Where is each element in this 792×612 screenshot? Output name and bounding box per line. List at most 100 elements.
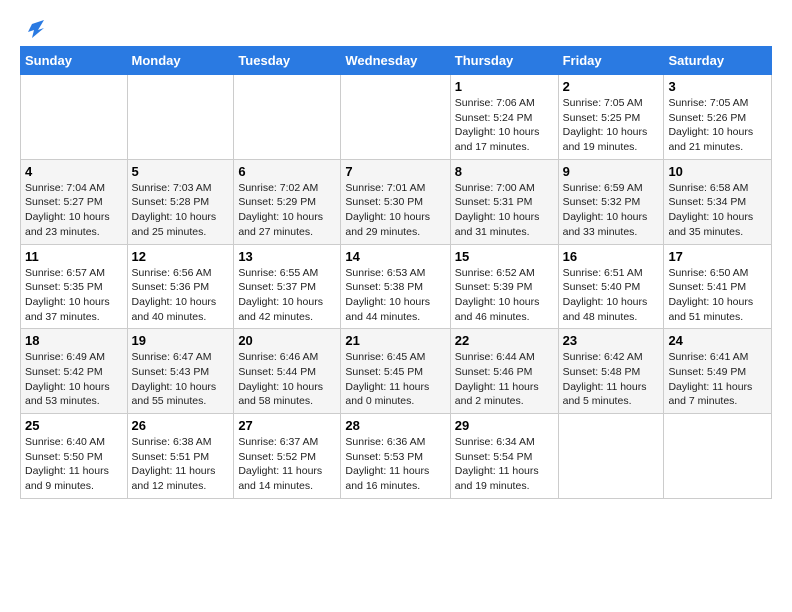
calendar-cell: 10 Sunrise: 6:58 AM Sunset: 5:34 PM Dayli… [664,159,772,244]
day-info: Sunrise: 6:49 AM Sunset: 5:42 PM Dayligh… [25,350,123,409]
calendar-cell: 24Sunrise: 6:41 AM Sunset: 5:49 PM Dayli… [664,329,772,414]
weekday-header: Wednesday [341,47,450,75]
day-info: Sunrise: 7:05 AM Sunset: 5:26 PM Dayligh… [668,96,767,155]
day-info: Sunrise: 7:02 AM Sunset: 5:29 PM Dayligh… [238,181,336,240]
calendar-header-row: SundayMondayTuesdayWednesdayThursdayFrid… [21,47,772,75]
day-info: Sunrise: 7:06 AM Sunset: 5:24 PM Dayligh… [455,96,554,155]
calendar-cell: 4 Sunrise: 7:04 AM Sunset: 5:27 PM Daylig… [21,159,128,244]
day-info: Sunrise: 6:53 AM Sunset: 5:38 PM Dayligh… [345,266,445,325]
calendar-cell: 23 Sunrise: 6:42 AM Sunset: 5:48 PM Dayli… [558,329,664,414]
day-info: Sunrise: 6:36 AM Sunset: 5:53 PM Dayligh… [345,435,445,494]
day-info: Sunrise: 6:59 AM Sunset: 5:32 PM Dayligh… [563,181,660,240]
day-info: Sunrise: 6:38 AM Sunset: 5:51 PM Dayligh… [132,435,230,494]
day-info: Sunrise: 6:44 AM Sunset: 5:46 PM Dayligh… [455,350,554,409]
calendar-cell: 19 Sunrise: 6:47 AM Sunset: 5:43 PM Dayli… [127,329,234,414]
day-info: Sunrise: 6:57 AM Sunset: 5:35 PM Dayligh… [25,266,123,325]
calendar-cell: 6 Sunrise: 7:02 AM Sunset: 5:29 PM Daylig… [234,159,341,244]
page-header [20,20,772,36]
day-number: 2 [563,79,660,94]
calendar-cell: 13 Sunrise: 6:55 AM Sunset: 5:37 PM Dayli… [234,244,341,329]
weekday-header: Monday [127,47,234,75]
day-number: 19 [132,333,230,348]
day-number: 11 [25,249,123,264]
day-number: 29 [455,418,554,433]
day-info: Sunrise: 6:40 AM Sunset: 5:50 PM Dayligh… [25,435,123,494]
calendar-cell: 29 Sunrise: 6:34 AM Sunset: 5:54 PM Dayli… [450,414,558,499]
calendar-cell: 26Sunrise: 6:38 AM Sunset: 5:51 PM Dayli… [127,414,234,499]
day-number: 23 [563,333,660,348]
calendar-cell: 8 Sunrise: 7:00 AM Sunset: 5:31 PM Daylig… [450,159,558,244]
day-number: 24 [668,333,767,348]
calendar-cell [664,414,772,499]
day-number: 22 [455,333,554,348]
day-number: 4 [25,164,123,179]
calendar-cell: 7Sunrise: 7:01 AM Sunset: 5:30 PM Daylig… [341,159,450,244]
calendar-week-row: 4 Sunrise: 7:04 AM Sunset: 5:27 PM Daylig… [21,159,772,244]
weekday-header: Tuesday [234,47,341,75]
day-info: Sunrise: 6:45 AM Sunset: 5:45 PM Dayligh… [345,350,445,409]
calendar-cell: 1 Sunrise: 7:06 AM Sunset: 5:24 PM Daylig… [450,75,558,160]
weekday-header: Sunday [21,47,128,75]
day-number: 20 [238,333,336,348]
day-number: 12 [132,249,230,264]
calendar-cell: 15Sunrise: 6:52 AM Sunset: 5:39 PM Dayli… [450,244,558,329]
day-number: 14 [345,249,445,264]
day-info: Sunrise: 6:50 AM Sunset: 5:41 PM Dayligh… [668,266,767,325]
calendar-cell [127,75,234,160]
calendar-cell: 2 Sunrise: 7:05 AM Sunset: 5:25 PM Daylig… [558,75,664,160]
day-number: 28 [345,418,445,433]
calendar-cell: 17 Sunrise: 6:50 AM Sunset: 5:41 PM Dayli… [664,244,772,329]
logo [20,20,44,36]
calendar-cell [558,414,664,499]
day-number: 6 [238,164,336,179]
calendar-cell: 5 Sunrise: 7:03 AM Sunset: 5:28 PM Daylig… [127,159,234,244]
day-number: 1 [455,79,554,94]
calendar-cell: 3Sunrise: 7:05 AM Sunset: 5:26 PM Daylig… [664,75,772,160]
day-info: Sunrise: 6:46 AM Sunset: 5:44 PM Dayligh… [238,350,336,409]
calendar-table: SundayMondayTuesdayWednesdayThursdayFrid… [20,46,772,499]
day-info: Sunrise: 6:47 AM Sunset: 5:43 PM Dayligh… [132,350,230,409]
calendar-cell: 22 Sunrise: 6:44 AM Sunset: 5:46 PM Dayli… [450,329,558,414]
day-info: Sunrise: 6:37 AM Sunset: 5:52 PM Dayligh… [238,435,336,494]
day-info: Sunrise: 6:55 AM Sunset: 5:37 PM Dayligh… [238,266,336,325]
day-info: Sunrise: 7:04 AM Sunset: 5:27 PM Dayligh… [25,181,123,240]
logo-bird-icon [22,20,44,42]
calendar-cell: 9 Sunrise: 6:59 AM Sunset: 5:32 PM Daylig… [558,159,664,244]
day-number: 16 [563,249,660,264]
day-info: Sunrise: 6:34 AM Sunset: 5:54 PM Dayligh… [455,435,554,494]
calendar-cell: 14 Sunrise: 6:53 AM Sunset: 5:38 PM Dayli… [341,244,450,329]
calendar-week-row: 18Sunrise: 6:49 AM Sunset: 5:42 PM Dayli… [21,329,772,414]
calendar-cell: 16Sunrise: 6:51 AM Sunset: 5:40 PM Dayli… [558,244,664,329]
calendar-week-row: 11 Sunrise: 6:57 AM Sunset: 5:35 PM Dayli… [21,244,772,329]
day-info: Sunrise: 7:03 AM Sunset: 5:28 PM Dayligh… [132,181,230,240]
day-number: 9 [563,164,660,179]
calendar-week-row: 25 Sunrise: 6:40 AM Sunset: 5:50 PM Dayli… [21,414,772,499]
calendar-week-row: 1 Sunrise: 7:06 AM Sunset: 5:24 PM Daylig… [21,75,772,160]
weekday-header: Saturday [664,47,772,75]
calendar-cell [234,75,341,160]
calendar-cell: 20 Sunrise: 6:46 AM Sunset: 5:44 PM Dayli… [234,329,341,414]
calendar-cell: 18Sunrise: 6:49 AM Sunset: 5:42 PM Dayli… [21,329,128,414]
calendar-cell: 12 Sunrise: 6:56 AM Sunset: 5:36 PM Dayli… [127,244,234,329]
day-number: 10 [668,164,767,179]
day-number: 5 [132,164,230,179]
weekday-header: Friday [558,47,664,75]
day-number: 21 [345,333,445,348]
day-info: Sunrise: 7:00 AM Sunset: 5:31 PM Dayligh… [455,181,554,240]
calendar-cell [21,75,128,160]
day-info: Sunrise: 6:58 AM Sunset: 5:34 PM Dayligh… [668,181,767,240]
calendar-cell [341,75,450,160]
day-info: Sunrise: 7:05 AM Sunset: 5:25 PM Dayligh… [563,96,660,155]
calendar-cell: 21 Sunrise: 6:45 AM Sunset: 5:45 PM Dayli… [341,329,450,414]
calendar-cell: 25 Sunrise: 6:40 AM Sunset: 5:50 PM Dayli… [21,414,128,499]
calendar-cell: 27Sunrise: 6:37 AM Sunset: 5:52 PM Dayli… [234,414,341,499]
day-number: 17 [668,249,767,264]
calendar-cell: 28 Sunrise: 6:36 AM Sunset: 5:53 PM Dayli… [341,414,450,499]
day-info: Sunrise: 6:42 AM Sunset: 5:48 PM Dayligh… [563,350,660,409]
calendar-cell: 11 Sunrise: 6:57 AM Sunset: 5:35 PM Dayli… [21,244,128,329]
day-number: 13 [238,249,336,264]
day-info: Sunrise: 7:01 AM Sunset: 5:30 PM Dayligh… [345,181,445,240]
day-number: 8 [455,164,554,179]
day-number: 25 [25,418,123,433]
day-info: Sunrise: 6:56 AM Sunset: 5:36 PM Dayligh… [132,266,230,325]
